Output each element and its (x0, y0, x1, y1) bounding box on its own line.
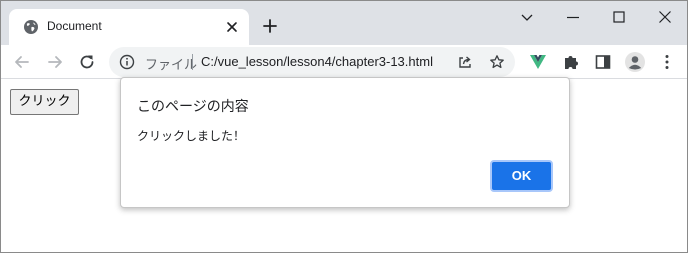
reload-icon[interactable] (78, 53, 96, 71)
toolbar: ファイル C:/vue_lesson/lesson4/chapter3-13.h… (1, 45, 687, 79)
star-icon[interactable] (489, 54, 505, 70)
address-bar[interactable]: ファイル C:/vue_lesson/lesson4/chapter3-13.h… (109, 47, 515, 77)
side-panel-icon[interactable] (594, 53, 612, 71)
share-icon[interactable] (457, 54, 473, 70)
tab-title: Document (47, 19, 102, 33)
close-window-icon[interactable] (657, 9, 673, 25)
chevron-down-icon[interactable] (519, 9, 535, 25)
scheme-label: ファイル (145, 58, 198, 73)
ok-button[interactable]: OK (490, 160, 553, 192)
tab-document[interactable]: Document (9, 9, 249, 45)
close-icon[interactable] (225, 20, 239, 34)
browser-window: Document ファイル C:/vue_lesson/lesson4/chap… (0, 0, 688, 253)
vue-devtools-icon[interactable] (529, 53, 547, 71)
forward-arrow-icon[interactable] (46, 53, 64, 71)
click-button[interactable]: クリック (10, 89, 79, 115)
globe-icon (24, 20, 38, 34)
maximize-icon[interactable] (611, 9, 627, 25)
dialog-title: このページの内容 (137, 99, 249, 115)
alert-dialog: このページの内容 クリックしました！ OK (120, 77, 570, 208)
puzzle-icon[interactable] (562, 53, 580, 71)
plus-icon[interactable] (262, 18, 278, 34)
profile-icon[interactable] (624, 51, 646, 73)
back-arrow-icon[interactable] (13, 53, 31, 71)
info-icon[interactable] (119, 54, 135, 70)
minimize-icon[interactable] (565, 9, 581, 25)
dialog-message: クリックしました！ (137, 129, 246, 143)
omnibox-divider (192, 54, 193, 70)
url-text[interactable]: C:/vue_lesson/lesson4/chapter3-13.html (201, 54, 433, 69)
tab-strip: Document (1, 1, 687, 45)
kebab-menu-icon[interactable] (658, 53, 676, 71)
